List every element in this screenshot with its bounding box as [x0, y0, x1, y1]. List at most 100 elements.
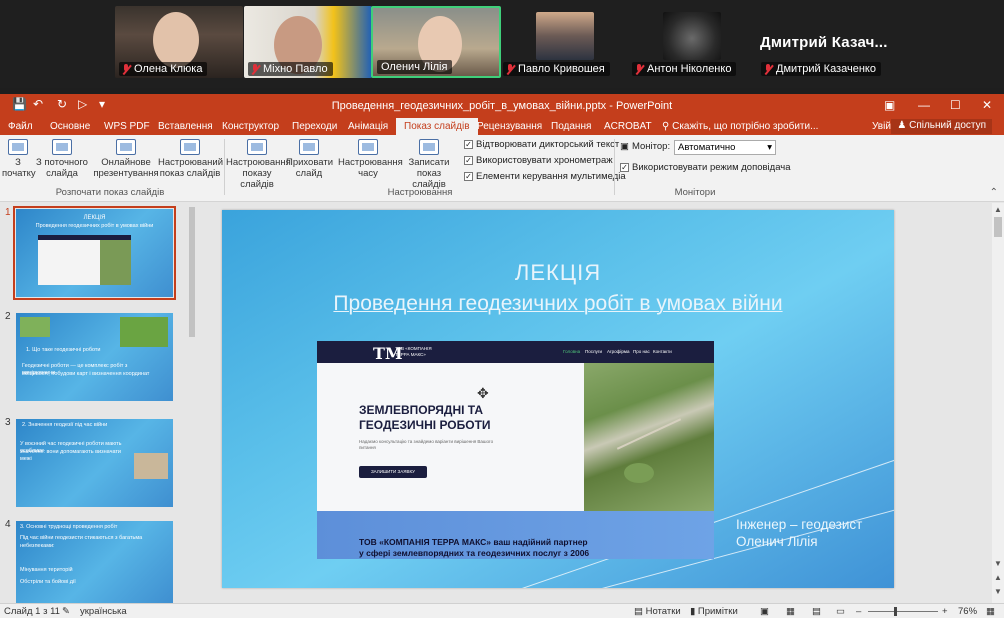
participant-tile[interactable] [663, 12, 721, 60]
participant-name-tag: Оленич Лілія [377, 60, 453, 74]
tab-file[interactable]: Файл [8, 121, 33, 132]
tab-design[interactable]: Конструктор [222, 121, 279, 132]
scroll-up-icon[interactable]: ▲ [994, 205, 1002, 214]
notes-button[interactable]: ▤ Нотатки [634, 606, 681, 617]
record-show-button[interactable]: Записати показ слайдів [398, 139, 460, 190]
tab-transitions[interactable]: Переходи [292, 121, 337, 132]
status-bar: Слайд 1 з 11 ✎ українська ▤ Нотатки ▮ Пр… [0, 603, 1004, 618]
from-current-button[interactable]: З поточного слайда [36, 139, 88, 179]
ribbon-tabs: Файл Основне WPS PDF Вставлення Конструк… [0, 118, 1004, 135]
reading-view-icon[interactable]: ▤ [812, 606, 821, 617]
slide-counter: Слайд 1 з 11 [4, 606, 60, 617]
slide-subtitle[interactable]: Проведення геодезичних робіт в умовах ві… [222, 292, 894, 316]
slide-number: 1 [5, 207, 11, 218]
globe-icon [116, 139, 136, 155]
media-controls-checkbox[interactable]: ✓ Елементи керування мультимедіа [464, 171, 626, 182]
group-label-start: Розпочати показ слайдів [55, 187, 165, 198]
minimize-icon[interactable]: — [918, 98, 930, 112]
setup-show-button[interactable]: Настроювання показу слайдів [226, 139, 291, 190]
slideshow-view-icon[interactable]: ▭ [836, 606, 845, 617]
participant-name-tag: Павло Кривошея [503, 62, 610, 76]
ribbon-options-icon[interactable]: ▣ [884, 98, 895, 112]
website-screenshot-image[interactable]: ТМ ТОВ «КОМПАНІЯ ТЕРРА МАКС» Головна Посл… [317, 341, 714, 559]
comment-icon: ▮ [690, 606, 696, 617]
thumbnail-image [134, 453, 168, 479]
slide-title[interactable]: ЛЕКЦІЯ [222, 260, 894, 286]
tell-me-search[interactable]: ⚲ Скажіть, що потрібно зробити... [662, 121, 818, 132]
participant-name-tag: Олена Клюка [119, 62, 208, 76]
tab-acrobat[interactable]: ACROBAT [604, 121, 652, 132]
website-footer-text: ТОВ «КОМПАНІЯ ТЕРРА МАКС» ваш надійний п… [359, 537, 590, 558]
participant-tile[interactable]: Олена Клюка [115, 6, 243, 78]
zoom-level[interactable]: 76% [958, 606, 977, 617]
maximize-icon[interactable]: ☐ [950, 98, 961, 112]
tab-slideshow[interactable]: Показ слайдів [396, 118, 478, 135]
checkbox-checked-icon: ✓ [620, 163, 629, 172]
mic-muted-icon [121, 63, 131, 75]
scrollbar-thumb[interactable] [994, 217, 1002, 237]
participant-tile-active[interactable]: Оленич Лілія [371, 6, 501, 78]
slide-thumbnail[interactable]: 3. Основні труднощі проведення робіт Під… [16, 521, 173, 603]
slideshow-start-icon [8, 139, 28, 155]
participant-tile[interactable]: Міхно Павло [244, 6, 372, 78]
slide-scrollbar[interactable]: ▲ ▼ ▲ ▼ [992, 203, 1004, 603]
zoom-out-icon[interactable]: – [856, 606, 861, 617]
separator [614, 139, 615, 195]
setup-icon [247, 139, 267, 155]
collapse-ribbon-icon[interactable]: ⌃ [990, 187, 998, 198]
current-slide[interactable]: ЛЕКЦІЯ Проведення геодезичних робіт в ум… [222, 210, 894, 588]
rehearse-timings-button[interactable]: Настроювання часу [338, 139, 403, 179]
slide-thumbnail[interactable]: 1. Що таке геодезичні роботи Геодезичні … [16, 313, 173, 401]
ribbon-slideshow: З початку З поточного слайда Онлайнове п… [0, 135, 1004, 202]
slide-sorter-icon[interactable]: ▦ [786, 606, 795, 617]
from-start-button[interactable]: З початку [2, 139, 36, 179]
participant-name-tag: Антон Ніколенко [632, 62, 737, 76]
stopwatch-icon [358, 139, 378, 155]
record-icon [419, 139, 439, 155]
custom-show-icon [180, 139, 200, 155]
narrations-checkbox[interactable]: ✓ Відтворювати дикторський текст [464, 139, 619, 150]
language-indicator[interactable]: українська [80, 606, 127, 617]
website-navbar: ТМ ТОВ «КОМПАНІЯ ТЕРРА МАКС» Головна Посл… [317, 341, 714, 363]
tab-wps-pdf[interactable]: WPS PDF [104, 121, 150, 132]
slideshow-current-icon [52, 139, 72, 155]
custom-show-button[interactable]: Настроюваний показ слайдів [158, 139, 223, 179]
slide-thumbnail-selected[interactable]: ЛЕКЦІЯ Проведення геодезичних робіт в ум… [13, 206, 176, 300]
hide-slide-button[interactable]: Приховати слайд [286, 139, 333, 179]
spellcheck-icon[interactable]: ✎ [62, 606, 70, 617]
checkbox-checked-icon: ✓ [464, 140, 473, 149]
notes-icon: ▤ [634, 606, 643, 617]
tab-insert[interactable]: Вставлення [158, 121, 213, 132]
monitor-select[interactable]: Автоматично ▾ [674, 140, 776, 155]
presenter-view-checkbox[interactable]: ✓ Використовувати режим доповідача [620, 162, 791, 173]
tab-review[interactable]: Рецензування [477, 121, 542, 132]
participant-tile[interactable] [536, 12, 594, 60]
share-button[interactable]: ♟ Спільний доступ [891, 119, 992, 134]
slide-author[interactable]: Інженер – геодезист Оленич Лілія [736, 516, 862, 550]
slide-thumbnail[interactable]: 2. Значення геодезії під час війни У воє… [16, 419, 173, 507]
normal-view-icon[interactable]: ▣ [760, 606, 769, 617]
present-online-button[interactable]: Онлайнове презентування [92, 139, 160, 179]
close-icon[interactable]: ✕ [982, 98, 992, 112]
website-paragraph: Надаємо консультацію та знайдемо варіант… [359, 439, 494, 450]
zoom-slider-thumb[interactable] [894, 607, 897, 616]
timings-checkbox[interactable]: ✓ Використовувати хронометраж [464, 155, 613, 166]
zoom-in-icon[interactable]: + [942, 606, 948, 617]
next-slide-icon[interactable]: ▼ [994, 587, 1002, 596]
checkbox-checked-icon: ✓ [464, 156, 473, 165]
comments-button[interactable]: ▮ Примітки [690, 606, 738, 617]
scroll-down-icon[interactable]: ▼ [994, 559, 1002, 568]
fit-to-window-icon[interactable]: ▦ [986, 606, 995, 617]
participant-name-tag: Міхно Павло [248, 62, 333, 76]
tab-view[interactable]: Подання [551, 121, 591, 132]
scrollbar-thumb[interactable] [189, 207, 195, 337]
person-icon: ♟ [897, 120, 907, 131]
slide-number: 3 [5, 417, 11, 428]
tab-animations[interactable]: Анімація [348, 121, 388, 132]
tab-home[interactable]: Основне [50, 121, 90, 132]
zoom-slider[interactable] [868, 607, 938, 616]
powerpoint-window: 💾 ↶ ↻ ▷ ▾ Проведення_геодезичних_робіт_в… [0, 94, 1004, 618]
mic-muted-icon [505, 63, 515, 75]
previous-slide-icon[interactable]: ▲ [994, 573, 1002, 582]
thumbnails-scrollbar[interactable] [187, 203, 197, 603]
